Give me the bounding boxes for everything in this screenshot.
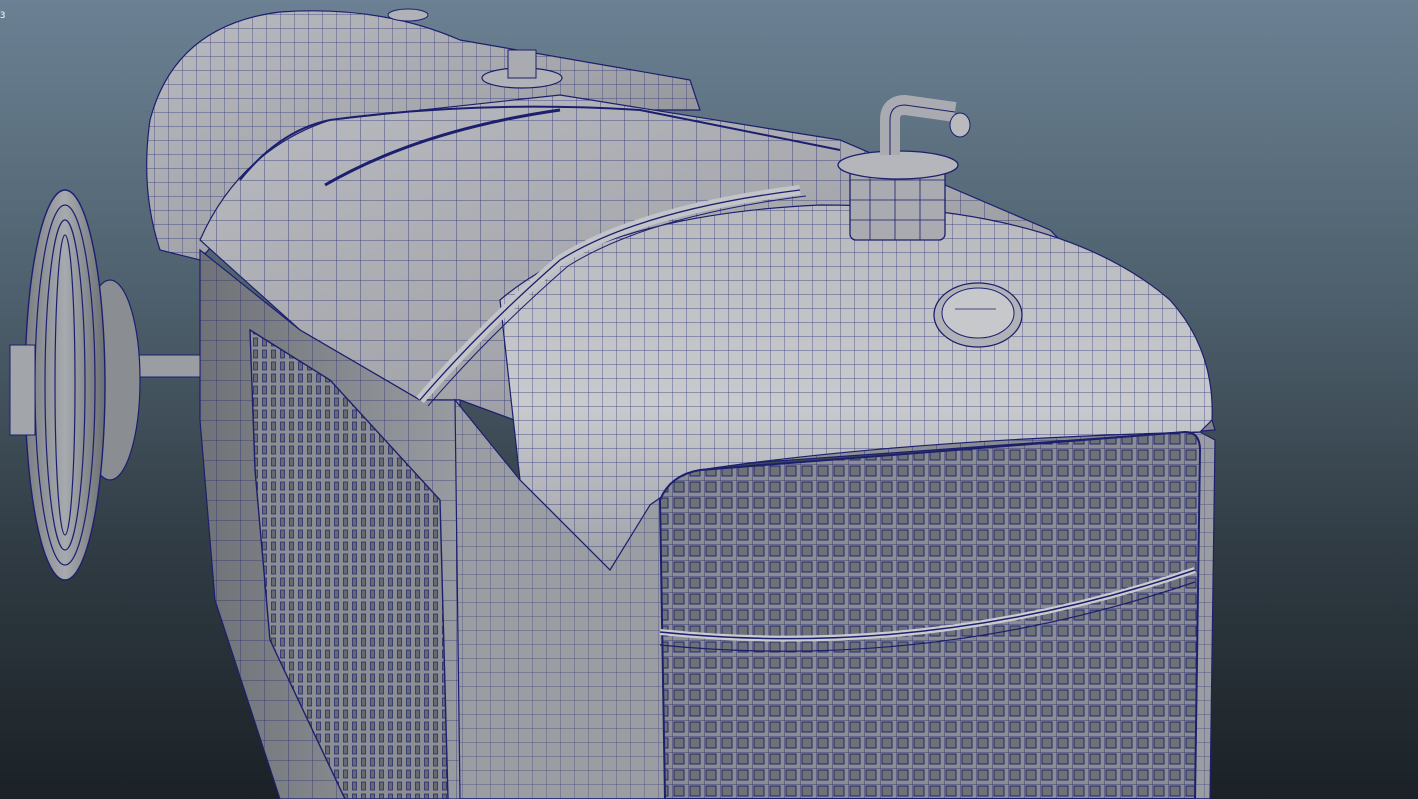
3d-viewport[interactable]: 3 — [0, 0, 1418, 799]
viewport-corner-label: 3 — [0, 11, 6, 21]
front-badge[interactable] — [933, 282, 1023, 348]
viewport-scene[interactable] — [0, 0, 1418, 799]
radiator-grille[interactable] — [658, 430, 1202, 799]
front-wheel[interactable] — [9, 189, 141, 581]
